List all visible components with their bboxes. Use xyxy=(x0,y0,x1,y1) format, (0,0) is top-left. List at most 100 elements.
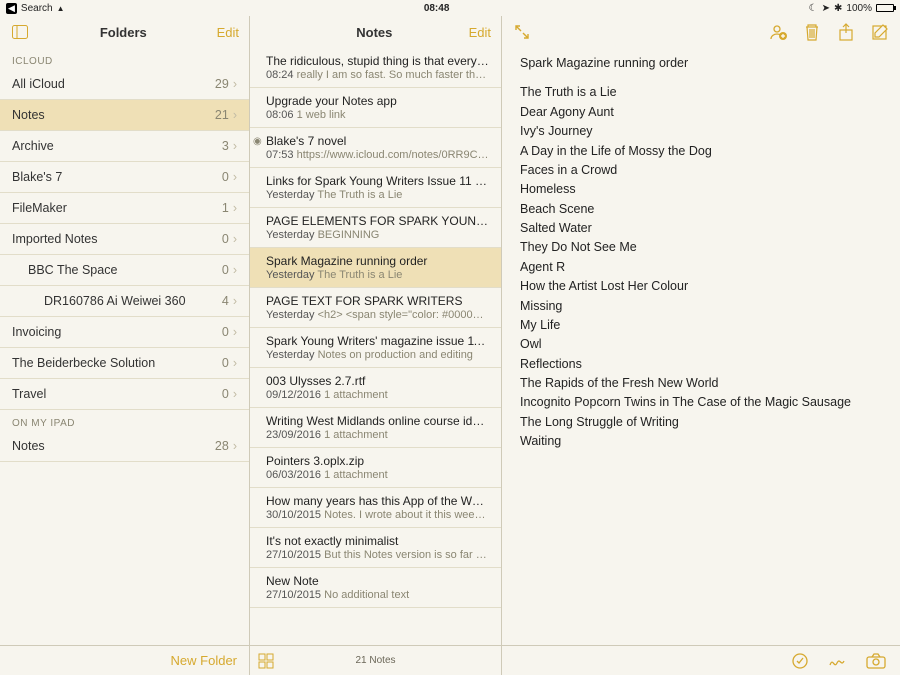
note-row-title: Pointers 3.oplx.zip xyxy=(266,454,489,468)
folder-label: Notes xyxy=(12,439,209,453)
note-title: Spark Magazine running order xyxy=(520,54,882,73)
note-row-title: Spark Magazine running order xyxy=(266,254,489,268)
note-row[interactable]: Spark Magazine running orderYesterday Th… xyxy=(250,248,501,288)
folder-row[interactable]: Imported Notes 0 › xyxy=(0,224,249,255)
folder-label: Travel xyxy=(12,387,216,401)
expand-icon[interactable] xyxy=(512,22,532,42)
note-row-snippet: 1 web link xyxy=(297,109,346,121)
folder-section-header: ICLOUD xyxy=(0,48,249,69)
sidebar-toggle-icon[interactable] xyxy=(10,22,30,42)
view-as-grid-icon[interactable] xyxy=(258,653,274,669)
note-row-snippet: 1 attachment xyxy=(324,429,388,441)
note-row[interactable]: Writing West Midlands online course ide…… xyxy=(250,408,501,448)
note-row[interactable]: 003 Ulysses 2.7.rtf09/12/2016 1 attachme… xyxy=(250,368,501,408)
note-row-title: Upgrade your Notes app xyxy=(266,94,489,108)
folder-count: 0 xyxy=(222,356,229,370)
compose-icon[interactable] xyxy=(870,22,890,42)
note-row[interactable]: PAGE TEXT FOR SPARK WRITERSYesterday <h2… xyxy=(250,288,501,328)
note-line: Agent R xyxy=(520,258,882,277)
note-line: The Rapids of the Fresh New World xyxy=(520,374,882,393)
folder-count: 21 xyxy=(215,108,229,122)
note-body[interactable]: The Truth is a LieDear Agony AuntIvy's J… xyxy=(520,83,882,451)
folder-count: 0 xyxy=(222,263,229,277)
chevron-right-icon: › xyxy=(233,294,237,308)
note-line: Missing xyxy=(520,297,882,316)
shared-icon: ◉ xyxy=(253,136,262,147)
note-line: A Day in the Life of Mossy the Dog xyxy=(520,142,882,161)
note-row-title: PAGE TEXT FOR SPARK WRITERS xyxy=(266,294,489,308)
folder-count: 0 xyxy=(222,232,229,246)
note-row-title: It's not exactly minimalist xyxy=(266,534,489,548)
note-line: Salted Water xyxy=(520,219,882,238)
do-not-disturb-icon: ☾ xyxy=(809,3,818,14)
note-line: Ivy's Journey xyxy=(520,122,882,141)
note-row[interactable]: Pointers 3.oplx.zip06/03/2016 1 attachme… xyxy=(250,448,501,488)
chevron-right-icon: › xyxy=(233,108,237,122)
notes-count: 21 Notes xyxy=(355,655,395,666)
note-row[interactable]: New Note27/10/2015 No additional text xyxy=(250,568,501,608)
note-row[interactable]: How many years has this App of the We…30… xyxy=(250,488,501,528)
note-row[interactable]: Spark Young Writers' magazine issue 11…Y… xyxy=(250,328,501,368)
folder-label: BBC The Space xyxy=(12,263,216,277)
camera-icon[interactable] xyxy=(866,651,886,671)
wifi-icon xyxy=(57,3,65,14)
share-icon[interactable] xyxy=(836,22,856,42)
note-line: Beach Scene xyxy=(520,200,882,219)
chevron-right-icon: › xyxy=(233,232,237,246)
folder-row[interactable]: Notes21› xyxy=(0,100,249,131)
note-row[interactable]: It's not exactly minimalist27/10/2015 Bu… xyxy=(250,528,501,568)
folder-row[interactable]: Blake's 70› xyxy=(0,162,249,193)
note-row-snippet: Notes. I wrote about it this week… xyxy=(324,509,489,521)
note-row[interactable]: The ridiculous, stupid thing is that eve… xyxy=(250,48,501,88)
add-person-icon[interactable] xyxy=(768,22,788,42)
folder-section-header: ON MY IPAD xyxy=(0,410,249,431)
trash-icon[interactable] xyxy=(802,22,822,42)
note-row-time: Yesterday xyxy=(266,269,315,281)
note-row-snippet: The Truth is a Lie xyxy=(317,189,402,201)
folder-row[interactable]: The Beiderbecke Solution0› xyxy=(0,348,249,379)
note-line: Dear Agony Aunt xyxy=(520,103,882,122)
chevron-right-icon: › xyxy=(233,77,237,91)
folder-row[interactable]: Archive3› xyxy=(0,131,249,162)
checklist-icon[interactable] xyxy=(790,651,810,671)
note-row-title: Blake's 7 novel xyxy=(266,134,489,148)
folder-row[interactable]: All iCloud29› xyxy=(0,69,249,100)
note-row-snippet: really I am so fast. So much faster tha… xyxy=(297,69,489,81)
folder-label: DR160786 Ai Weiwei 360 xyxy=(12,294,216,308)
folder-label: Imported Notes xyxy=(12,232,216,246)
note-row[interactable]: Upgrade your Notes app08:06 1 web link xyxy=(250,88,501,128)
folder-count: 28 xyxy=(215,439,229,453)
note-row[interactable]: Links for Spark Young Writers Issue 11 p… xyxy=(250,168,501,208)
note-row-time: 30/10/2015 xyxy=(266,509,321,521)
notes-title: Notes xyxy=(280,25,469,40)
folder-row[interactable]: Notes28› xyxy=(0,431,249,462)
back-to-app-icon[interactable]: ◀ xyxy=(6,3,17,14)
note-line: Reflections xyxy=(520,355,882,374)
folder-count: 0 xyxy=(222,325,229,339)
folder-row[interactable]: Travel0› xyxy=(0,379,249,410)
folder-row[interactable]: FileMaker1› xyxy=(0,193,249,224)
folders-edit-button[interactable]: Edit xyxy=(217,25,239,40)
note-row[interactable]: PAGE ELEMENTS FOR SPARK YOUNG…Yesterday … xyxy=(250,208,501,248)
back-to-app-label[interactable]: Search xyxy=(21,3,53,14)
note-row[interactable]: ◉Blake's 7 novel07:53 https://www.icloud… xyxy=(250,128,501,168)
note-line: My Life xyxy=(520,316,882,335)
chevron-right-icon: › xyxy=(233,201,237,215)
note-row-time: 06/03/2016 xyxy=(266,469,321,481)
note-row-snippet: <h2> <span style="color: #0000… xyxy=(318,309,484,321)
new-folder-button[interactable]: New Folder xyxy=(171,653,237,668)
notes-edit-button[interactable]: Edit xyxy=(469,25,491,40)
note-line: The Long Struggle of Writing xyxy=(520,413,882,432)
note-row-snippet: No additional text xyxy=(324,589,409,601)
chevron-right-icon: › xyxy=(233,170,237,184)
folder-label: The Beiderbecke Solution xyxy=(12,356,216,370)
folder-row[interactable]: Invoicing0› xyxy=(0,317,249,348)
sketch-icon[interactable] xyxy=(828,651,848,671)
note-row-time: 27/10/2015 xyxy=(266,549,321,561)
battery-pct: 100% xyxy=(846,3,872,14)
note-row-title: How many years has this App of the We… xyxy=(266,494,489,508)
folder-row[interactable]: BBC The Space0› xyxy=(0,255,249,286)
battery-icon xyxy=(876,4,894,12)
folder-row[interactable]: DR160786 Ai Weiwei 360 4 › xyxy=(0,286,249,317)
folder-count: 4 xyxy=(222,294,229,308)
